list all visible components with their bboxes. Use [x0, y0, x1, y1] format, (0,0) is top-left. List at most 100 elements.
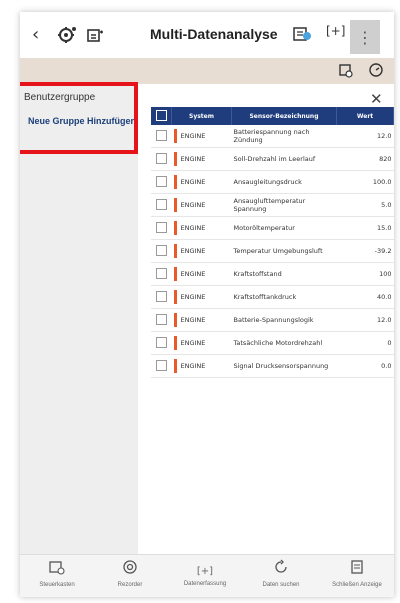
toolbar-strip [20, 58, 394, 84]
row-checkbox[interactable] [151, 170, 172, 194]
sensor-name-cell: Batteriespannung nach Zündung [231, 125, 337, 148]
table-row[interactable]: ENGINE Tatsächliche Motordrehzahl 0 [151, 331, 394, 355]
system-color-bar [173, 129, 177, 143]
sensor-name-cell: Kraftstoffstand [231, 262, 337, 286]
column-header-value[interactable]: Wert [336, 107, 394, 125]
sensor-name-cell: Temperatur Umgebungsluft [231, 239, 337, 263]
table-row[interactable]: ENGINE Temperatur Umgebungsluft -39.2 [151, 239, 394, 263]
sensor-name-cell: Tatsächliche Motordrehzahl [231, 331, 337, 355]
system-cell: ENGINE [171, 125, 232, 148]
sensor-name-cell: Soll-Drehzahl im Leerlauf [231, 147, 337, 171]
system-cell: ENGINE [171, 262, 232, 286]
table-row[interactable]: ENGINE Ansauglufttemperatur Spannung 5.0 [151, 193, 394, 217]
tab-rezorder[interactable]: Rezorder [95, 559, 165, 588]
value-cell: 100 [336, 262, 394, 286]
table-row[interactable]: ENGINE Soll-Drehzahl im Leerlauf 820 [151, 147, 394, 171]
select-all-checkbox[interactable] [151, 107, 172, 125]
sensor-name-cell: Ansaugleitungsdruck [231, 170, 337, 194]
system-label: ENGINE [180, 178, 206, 186]
top-bar: ‹ Multi-Datenanalyse [+] ⋮ [20, 12, 394, 58]
gauge-icon[interactable] [368, 62, 384, 82]
app-frame: ‹ Multi-Datenanalyse [+] ⋮ Benutzergrupp… [20, 12, 394, 597]
page-title: Multi-Datenanalyse [150, 26, 278, 42]
row-checkbox[interactable] [151, 193, 172, 217]
table-row[interactable]: ENGINE Signal Drucksensorspannung 0.0 [151, 354, 394, 378]
system-color-bar [173, 290, 177, 304]
system-label: ENGINE [180, 270, 206, 278]
row-checkbox[interactable] [151, 125, 172, 148]
system-cell: ENGINE [171, 308, 232, 332]
table-row[interactable]: ENGINE Motoröltemperatur 15.0 [151, 216, 394, 240]
system-cell: ENGINE [171, 170, 232, 194]
system-color-bar [173, 267, 177, 281]
row-checkbox[interactable] [151, 308, 172, 332]
value-cell: 15.0 [336, 216, 394, 240]
tab-steuerkasten[interactable]: Steuerkasten [22, 559, 92, 588]
system-cell: ENGINE [171, 239, 232, 263]
row-checkbox[interactable] [151, 331, 172, 355]
tab-label: Rezorder [117, 582, 143, 588]
column-header-system[interactable]: System [171, 107, 232, 125]
table-row[interactable]: ENGINE Kraftstofftankdruck 40.0 [151, 285, 394, 309]
system-color-bar [173, 198, 177, 212]
row-checkbox[interactable] [151, 354, 172, 378]
battery-icon [49, 561, 65, 575]
battery-status-icon[interactable] [338, 62, 354, 82]
more-vertical-icon[interactable]: ⋮ [350, 20, 380, 54]
value-cell: 40.0 [336, 285, 394, 309]
sensor-name-cell: Motoröltemperatur [231, 216, 337, 240]
tab-label: Schließen Anzeige [332, 582, 382, 588]
connector-icon[interactable] [86, 26, 104, 48]
table-row[interactable]: ENGINE Batteriespannung nach Zündung 12.0 [151, 125, 394, 148]
row-checkbox[interactable] [151, 216, 172, 240]
system-color-bar [173, 221, 177, 235]
row-checkbox[interactable] [151, 239, 172, 263]
system-label: ENGINE [180, 224, 206, 232]
system-label: ENGINE [180, 247, 206, 255]
system-label: ENGINE [180, 293, 206, 301]
system-color-bar [173, 336, 177, 350]
system-label: ENGINE [180, 362, 206, 370]
value-cell: 5.0 [336, 193, 394, 217]
sensor-name-cell: Batterie-Spannungslogik [231, 308, 337, 332]
value-cell: 820 [336, 147, 394, 171]
highlight-box [20, 82, 138, 154]
sensor-table: System Sensor-Bezeichnung Wert ENGINE Bat… [151, 107, 394, 378]
sensor-name-cell: Kraftstofftankdruck [231, 285, 337, 309]
value-cell: 0 [336, 331, 394, 355]
row-checkbox[interactable] [151, 262, 172, 286]
table-row[interactable]: ENGINE Batterie-Spannungslogik 12.0 [151, 308, 394, 332]
back-icon[interactable]: ‹ [32, 24, 39, 45]
system-color-bar [173, 313, 177, 327]
value-cell: 100.0 [336, 170, 394, 194]
system-cell: ENGINE [171, 216, 232, 240]
tab-daten-suchen[interactable]: Daten suchen [246, 559, 316, 588]
record-icon [123, 560, 137, 574]
system-color-bar [173, 175, 177, 189]
system-label: ENGINE [180, 132, 206, 140]
bottom-toolbar: Steuerkasten Rezorder [+] Datenerfassung… [20, 554, 394, 597]
system-label: ENGINE [180, 155, 206, 163]
value-cell: 0.0 [336, 354, 394, 378]
system-color-bar [173, 244, 177, 258]
system-color-bar [173, 359, 177, 373]
system-label: ENGINE [180, 316, 206, 324]
system-label: ENGINE [180, 339, 206, 347]
table-row[interactable]: ENGINE Ansaugleitungsdruck 100.0 [151, 170, 394, 194]
tab-schliessen-anzeige[interactable]: Schließen Anzeige [322, 559, 392, 588]
sensor-name-cell: Signal Drucksensorspannung [231, 354, 337, 378]
row-checkbox[interactable] [151, 285, 172, 309]
screen-capture-icon[interactable] [292, 25, 312, 47]
close-icon[interactable]: ✕ [370, 90, 383, 108]
expand-icon[interactable]: [+] [326, 24, 345, 38]
tab-label: Steuerkasten [39, 582, 75, 588]
table-row[interactable]: ENGINE Kraftstoffstand 100 [151, 262, 394, 286]
tab-datenerfassung[interactable]: [+] Datenerfassung [170, 559, 240, 587]
column-header-sensor[interactable]: Sensor-Bezeichnung [231, 107, 337, 125]
system-label: ENGINE [180, 201, 206, 209]
table-header-row: System Sensor-Bezeichnung Wert [151, 107, 394, 125]
settings-gear-icon[interactable] [56, 24, 78, 50]
value-cell: -39.2 [336, 239, 394, 263]
document-icon [351, 560, 363, 574]
row-checkbox[interactable] [151, 147, 172, 171]
